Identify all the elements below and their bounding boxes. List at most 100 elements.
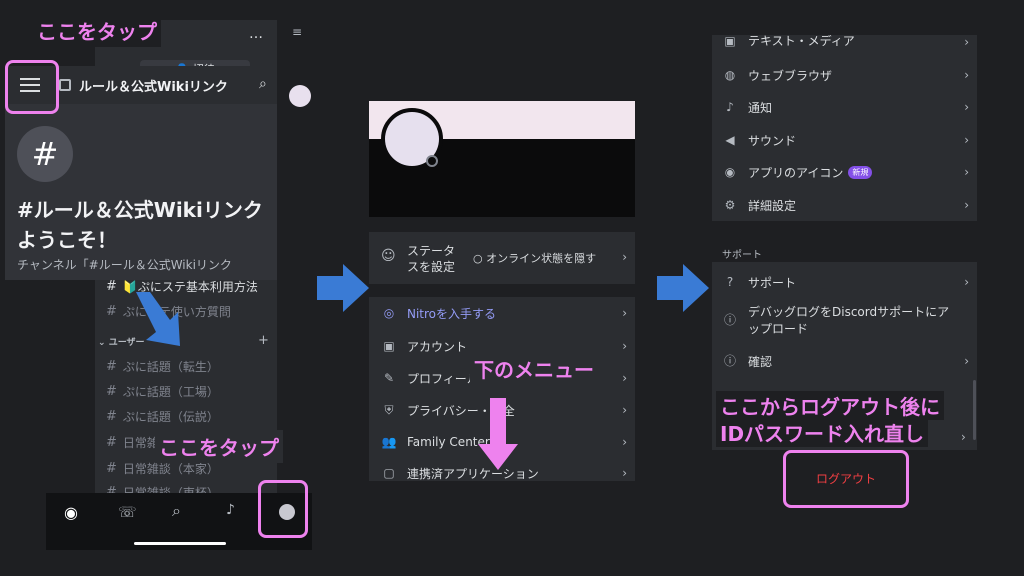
menu-label: アカウント	[407, 339, 468, 354]
chevron-right-icon: ›	[964, 165, 969, 179]
channel-header-title: ルール＆公式Wikiリンク	[79, 79, 228, 95]
menu-label: プロフィール	[407, 371, 479, 386]
menu-label: Nitroを入手する	[407, 306, 497, 321]
chevron-right-icon: ›	[622, 250, 627, 264]
menu-label: サポート	[748, 275, 797, 290]
hash-icon: #	[106, 409, 117, 424]
tap-annotation-bottom: ここをタップ	[155, 430, 283, 463]
channel-label: ぷに話題（伝説）	[122, 410, 219, 424]
hash-avatar: #	[17, 126, 73, 182]
menu-text-media[interactable]: ▣ テキスト・メディア ›	[722, 35, 977, 49]
menu-label: 連携済アプリケーション	[407, 466, 539, 481]
chevron-right-icon: ›	[622, 466, 627, 480]
search-icon[interactable]: ⌕	[172, 501, 181, 521]
logout-note-1: ここからログアウト後に	[716, 391, 944, 420]
right-arrow-1	[317, 264, 369, 312]
menu-label: 詳細設定	[748, 198, 797, 213]
menu-label: 通知	[748, 100, 773, 115]
home-indicator	[134, 542, 226, 545]
channel-label: ぷに話題（工場）	[122, 385, 219, 399]
profile-tab-highlight	[258, 480, 308, 538]
info-icon: ⓘ	[723, 354, 736, 368]
help-icon: ?	[726, 275, 734, 289]
tap-annotation-top: ここをタップ	[33, 14, 161, 47]
diagonal-arrow	[136, 292, 180, 346]
speaker-icon: ◀	[725, 133, 735, 147]
menu-nitro[interactable]: ◎ Nitroを入手する ›	[381, 304, 635, 322]
logout-note-2: IDパスワード入れ直し	[716, 418, 929, 447]
rail-menu-icon[interactable]: ≡	[292, 25, 302, 39]
menu-label: 確認	[748, 354, 773, 369]
bell-icon: ♪	[726, 100, 734, 114]
search-icon[interactable]: ⌕	[259, 76, 267, 92]
menu-support[interactable]: ? サポート ›	[722, 273, 977, 291]
hash-icon: #	[106, 384, 117, 399]
chevron-right-icon: ›	[964, 354, 969, 368]
hamburger-icon[interactable]	[20, 78, 40, 92]
shield-icon: ⛨	[384, 403, 394, 417]
account-icon: ▣	[383, 339, 395, 353]
channel-item[interactable]: # ぷに話題（転生）	[106, 358, 219, 375]
new-badge: 新規	[848, 165, 873, 179]
chevron-right-icon: ›	[622, 371, 627, 385]
hash-icon: #	[106, 435, 117, 450]
menu-notifications[interactable]: ♪ 通知 ›	[722, 98, 977, 116]
chevron-right-icon: ›	[961, 430, 966, 444]
chevron-right-icon: ›	[964, 275, 969, 289]
menu-label: サウンド	[748, 133, 797, 148]
menu-advanced[interactable]: ⚙ 詳細設定 ›	[722, 196, 977, 214]
chevron-right-icon: ›	[964, 68, 969, 82]
menu-sound[interactable]: ◀ サウンド ›	[722, 131, 977, 149]
status-value: ○ オンライン状態を隠す	[473, 252, 597, 265]
bell-icon[interactable]: ♪	[226, 502, 235, 518]
status-label-1: ステータ	[407, 244, 456, 258]
welcome-title-2: ようこそ！	[17, 228, 117, 252]
hash-icon: #	[106, 304, 117, 319]
hash-icon: #	[106, 461, 117, 476]
status-dot-icon	[426, 155, 438, 167]
menu-web-browser[interactable]: ◍ ウェブブラウザ ›	[722, 66, 977, 84]
globe-icon: ◍	[724, 68, 736, 82]
nitro-icon: ◎	[383, 306, 395, 320]
scrollbar[interactable]	[973, 380, 976, 440]
gear-icon: ⚙	[724, 198, 736, 212]
status-value-text: オンライン状態を隠す	[486, 252, 597, 265]
settings-group-1	[712, 35, 977, 221]
hash-icon: #	[106, 359, 117, 374]
menu-dots-icon[interactable]: …	[249, 26, 263, 42]
section-support-header: サポート	[722, 250, 762, 261]
channel-item[interactable]: # ぷに話題（工場）	[106, 383, 219, 400]
discord-icon: ◉	[724, 165, 736, 179]
chevron-right-icon: ›	[964, 100, 969, 114]
menu-label: デバッグログをDiscordサポートにアップロード	[748, 305, 950, 336]
hash-icon: #	[106, 279, 117, 294]
info-icon: ⓘ	[723, 313, 736, 327]
family-icon: 👥	[381, 435, 397, 449]
menu-label: ウェブブラウザ	[748, 68, 833, 83]
menu-acknowledgements[interactable]: ⓘ 確認 ›	[722, 352, 977, 370]
chevron-right-icon: ›	[964, 35, 969, 49]
welcome-subtitle: チャンネル「#ルール＆公式Wikiリンク	[17, 258, 232, 272]
chevron-right-icon: ›	[622, 435, 627, 449]
apps-icon: ▢	[383, 466, 395, 480]
right-arrow-2	[657, 264, 709, 312]
chevron-right-icon: ›	[964, 133, 969, 147]
chevron-right-icon: ›	[622, 306, 627, 320]
menu-app-icon[interactable]: ◉ アプリのアイコン 新規 ›	[722, 163, 977, 181]
channel-label: ぷに話題（転生）	[122, 360, 219, 374]
logout-button[interactable]: ログアウト	[790, 470, 902, 487]
status-icon: ☺	[381, 248, 396, 264]
friends-icon[interactable]: ☏	[118, 503, 137, 521]
discord-home-icon[interactable]: ◉	[64, 503, 78, 522]
rail-avatar[interactable]	[289, 85, 311, 107]
menu-debug-log[interactable]: ⓘ デバッグログをDiscordサポートにアップロード	[722, 304, 967, 338]
chevron-right-icon: ›	[622, 403, 627, 417]
channel-item[interactable]: # ぷに話題（伝説）	[106, 408, 219, 425]
chevron-right-icon: ›	[964, 198, 969, 212]
welcome-title-1: #ルール＆公式Wikiリンク	[17, 198, 263, 222]
add-channel-icon[interactable]: +	[258, 333, 269, 348]
status-label-2: スを設定	[407, 260, 456, 274]
pencil-icon: ✎	[383, 371, 395, 385]
status-row[interactable]: ☺ ステータ スを設定 ○ オンライン状態を隠す ›	[369, 232, 635, 284]
image-icon: ▣	[724, 35, 736, 48]
